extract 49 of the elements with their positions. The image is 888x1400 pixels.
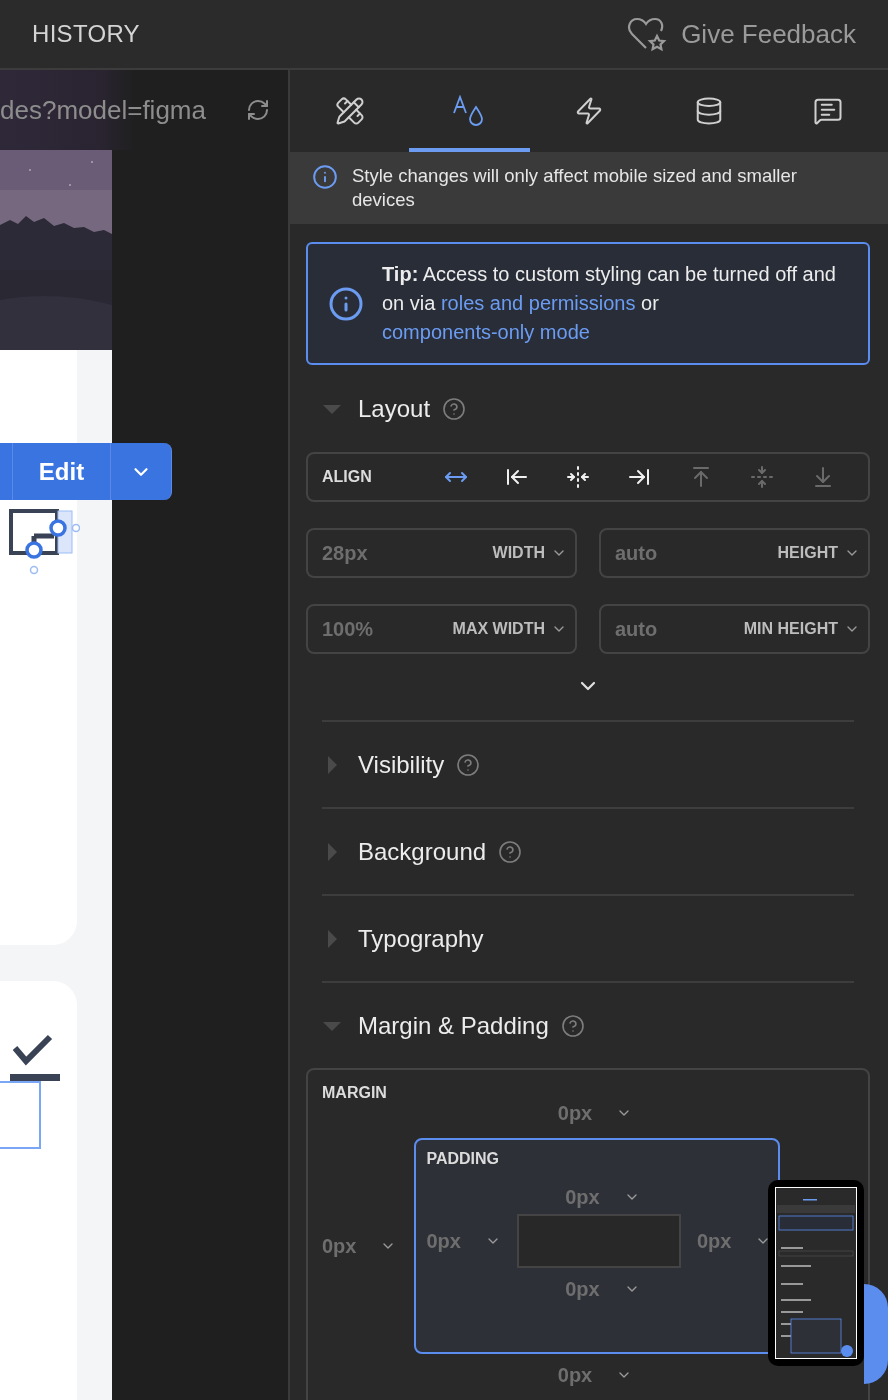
url-text: des?model=figma [0,94,206,126]
help-icon[interactable] [498,839,523,864]
value-input[interactable]: 100% [322,617,447,641]
help-icon[interactable] [456,752,481,777]
roles-link[interactable]: roles and permissions [440,292,636,314]
align-label: ALIGN [322,468,373,486]
lightning-icon [574,96,604,126]
history-title: HISTORY [32,20,140,48]
align-middle-icon [750,465,775,489]
comment-icon [813,96,844,126]
help-icon[interactable] [442,396,467,421]
help-icon[interactable] [560,1013,585,1038]
value-input[interactable]: auto [615,617,738,641]
spacing-value[interactable]: 0px [557,1360,633,1390]
size-field[interactable]: 28px WIDTH [306,528,577,578]
info-icon [312,164,338,190]
tip-text: Tip: Access to custom styling can be turned off and on via roles and permissions or components-only mode [382,262,837,345]
section-header[interactable]: Margin & Padding [322,1011,549,1040]
margin-label: MARGIN [322,1084,388,1102]
spacing-value[interactable]: 0px [557,1098,633,1128]
size-field[interactable]: auto MIN HEIGHT [599,604,870,654]
spacing-value[interactable]: 0px [322,1231,397,1261]
section-header[interactable]: Typography [322,924,484,953]
components-only-link[interactable]: components-only mode [382,321,590,343]
value-input[interactable]: auto [615,541,772,565]
field-label: MAX WIDTH [452,620,545,638]
size-field[interactable]: auto HEIGHT [599,528,870,578]
notice-text: Style changes will only affect mobile sized and smaller devices [352,164,798,212]
edit-button[interactable]: Edit [13,443,111,500]
value-input[interactable]: 28px [322,541,487,565]
feedback-link[interactable]: Give Feedback [627,16,856,52]
field-label: WIDTH [492,544,545,562]
align-center-icon [566,465,591,489]
heart-star-icon [627,16,668,52]
field-label: MIN HEIGHT [743,620,838,638]
refresh-icon[interactable] [246,98,270,122]
spacing-value[interactable]: 0px [426,1226,501,1256]
padding-label: PADDING [426,1150,501,1168]
info-icon [328,285,364,322]
field-label: HEIGHT [777,544,838,562]
spacing-value[interactable]: 0px [565,1274,640,1304]
section-header[interactable]: Visibility [322,750,445,779]
floating-button[interactable] [864,1284,888,1384]
size-field[interactable]: 100% MAX WIDTH [306,604,577,654]
selection-outline [0,1081,41,1149]
spacing-value[interactable]: 0px [565,1182,640,1212]
section-header[interactable]: Layout [322,394,431,423]
section-header[interactable]: Background [322,837,487,866]
pencil-ruler-icon [334,96,365,126]
